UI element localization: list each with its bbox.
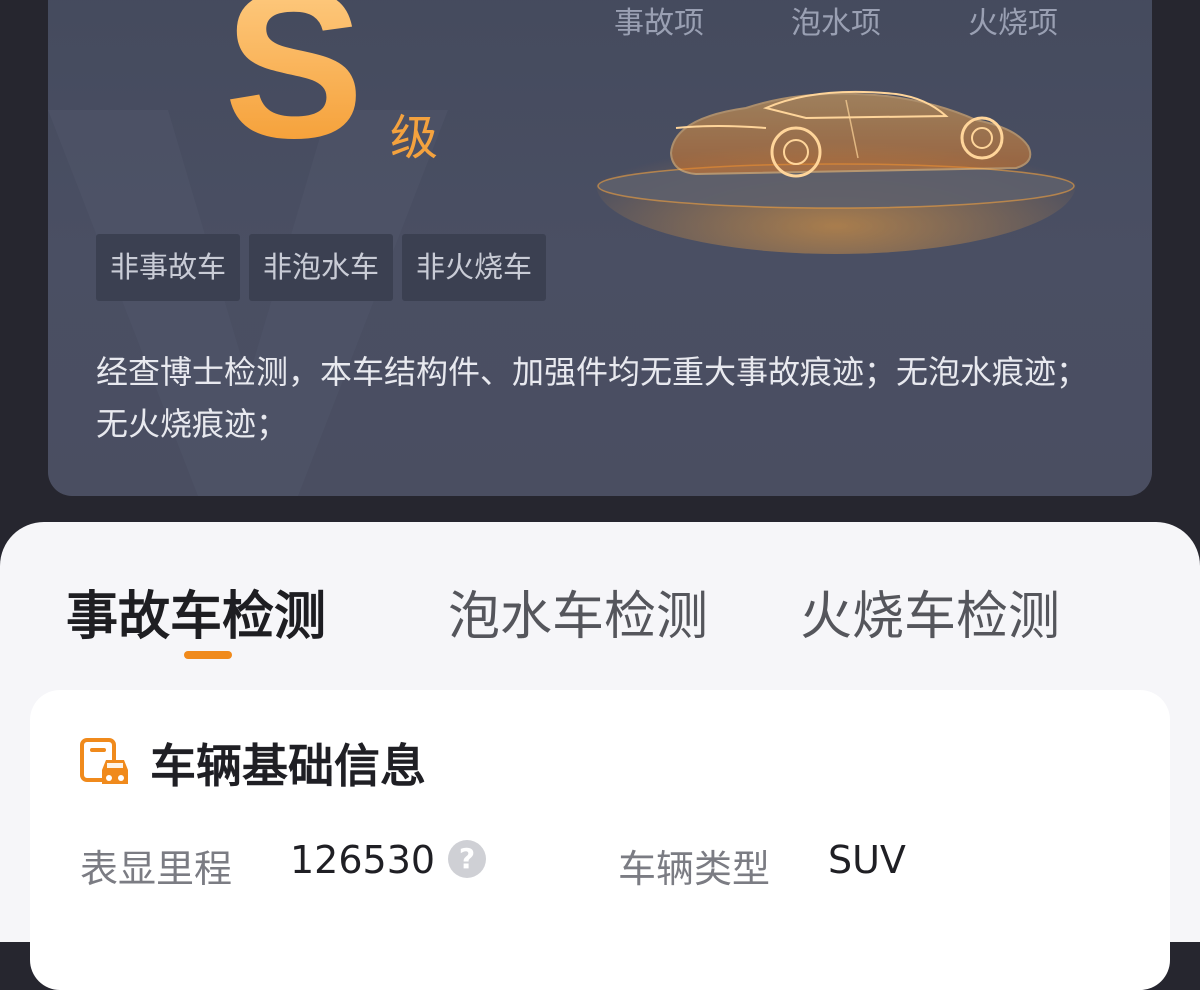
vehicle-type-value: SUV (828, 838, 906, 882)
document-car-icon (80, 738, 128, 784)
mileage-label: 表显里程 (80, 838, 232, 893)
tag-non-fire: 非火烧车 (402, 234, 547, 301)
result-tags: 非事故车 非泡水车 非火烧车 (96, 234, 547, 301)
vehicle-type-label-text: 车辆类型 (618, 847, 771, 891)
detail-sheet: 事故车检测 泡水车检测 火烧车检测 车辆基础信息 表显里程 126530 ? 车… (0, 522, 1200, 990)
vehicle-type-label: 车辆类型 (618, 838, 770, 893)
active-tab-indicator (184, 651, 232, 659)
vehicle-info-title: 车辆基础信息 (150, 739, 426, 793)
grade-suffix: 级 (390, 110, 439, 166)
tag-non-accident: 非事故车 (96, 234, 241, 301)
tab-accident-check[interactable]: 事故车检测 (66, 574, 326, 649)
mileage-value: 126530 (290, 838, 435, 882)
tab-flood-check[interactable]: 泡水车检测 (448, 574, 708, 649)
vehicle-type-value-text: SUV (828, 838, 906, 882)
help-icon[interactable]: ? (448, 840, 486, 878)
check-item-fire: 火烧项 (968, 6, 1058, 41)
grade-letter: S (224, 0, 364, 170)
check-item-accident: 事故项 (614, 6, 704, 41)
tab-fire-check[interactable]: 火烧车检测 (800, 574, 1060, 649)
mileage-label-text: 表显里程 (80, 847, 233, 891)
car-illustration (596, 90, 1076, 254)
mileage-value-text: 126530 (290, 838, 436, 882)
tag-non-flood: 非泡水车 (249, 234, 394, 301)
check-item-flood: 泡水项 (791, 6, 881, 41)
inspection-description: 经查博士检测，本车结构件、加强件均无重大事故痕迹；无泡水痕迹；无火烧痕迹； (96, 353, 1089, 443)
inspection-summary-card: S 级 事故项 泡水项 火烧项 非事故车 非泡水车 非火烧车 经查博士检测，本车… (48, 0, 1152, 496)
vehicle-info-card: 车辆基础信息 表显里程 126530 ? 车辆类型 SUV (30, 690, 1170, 990)
